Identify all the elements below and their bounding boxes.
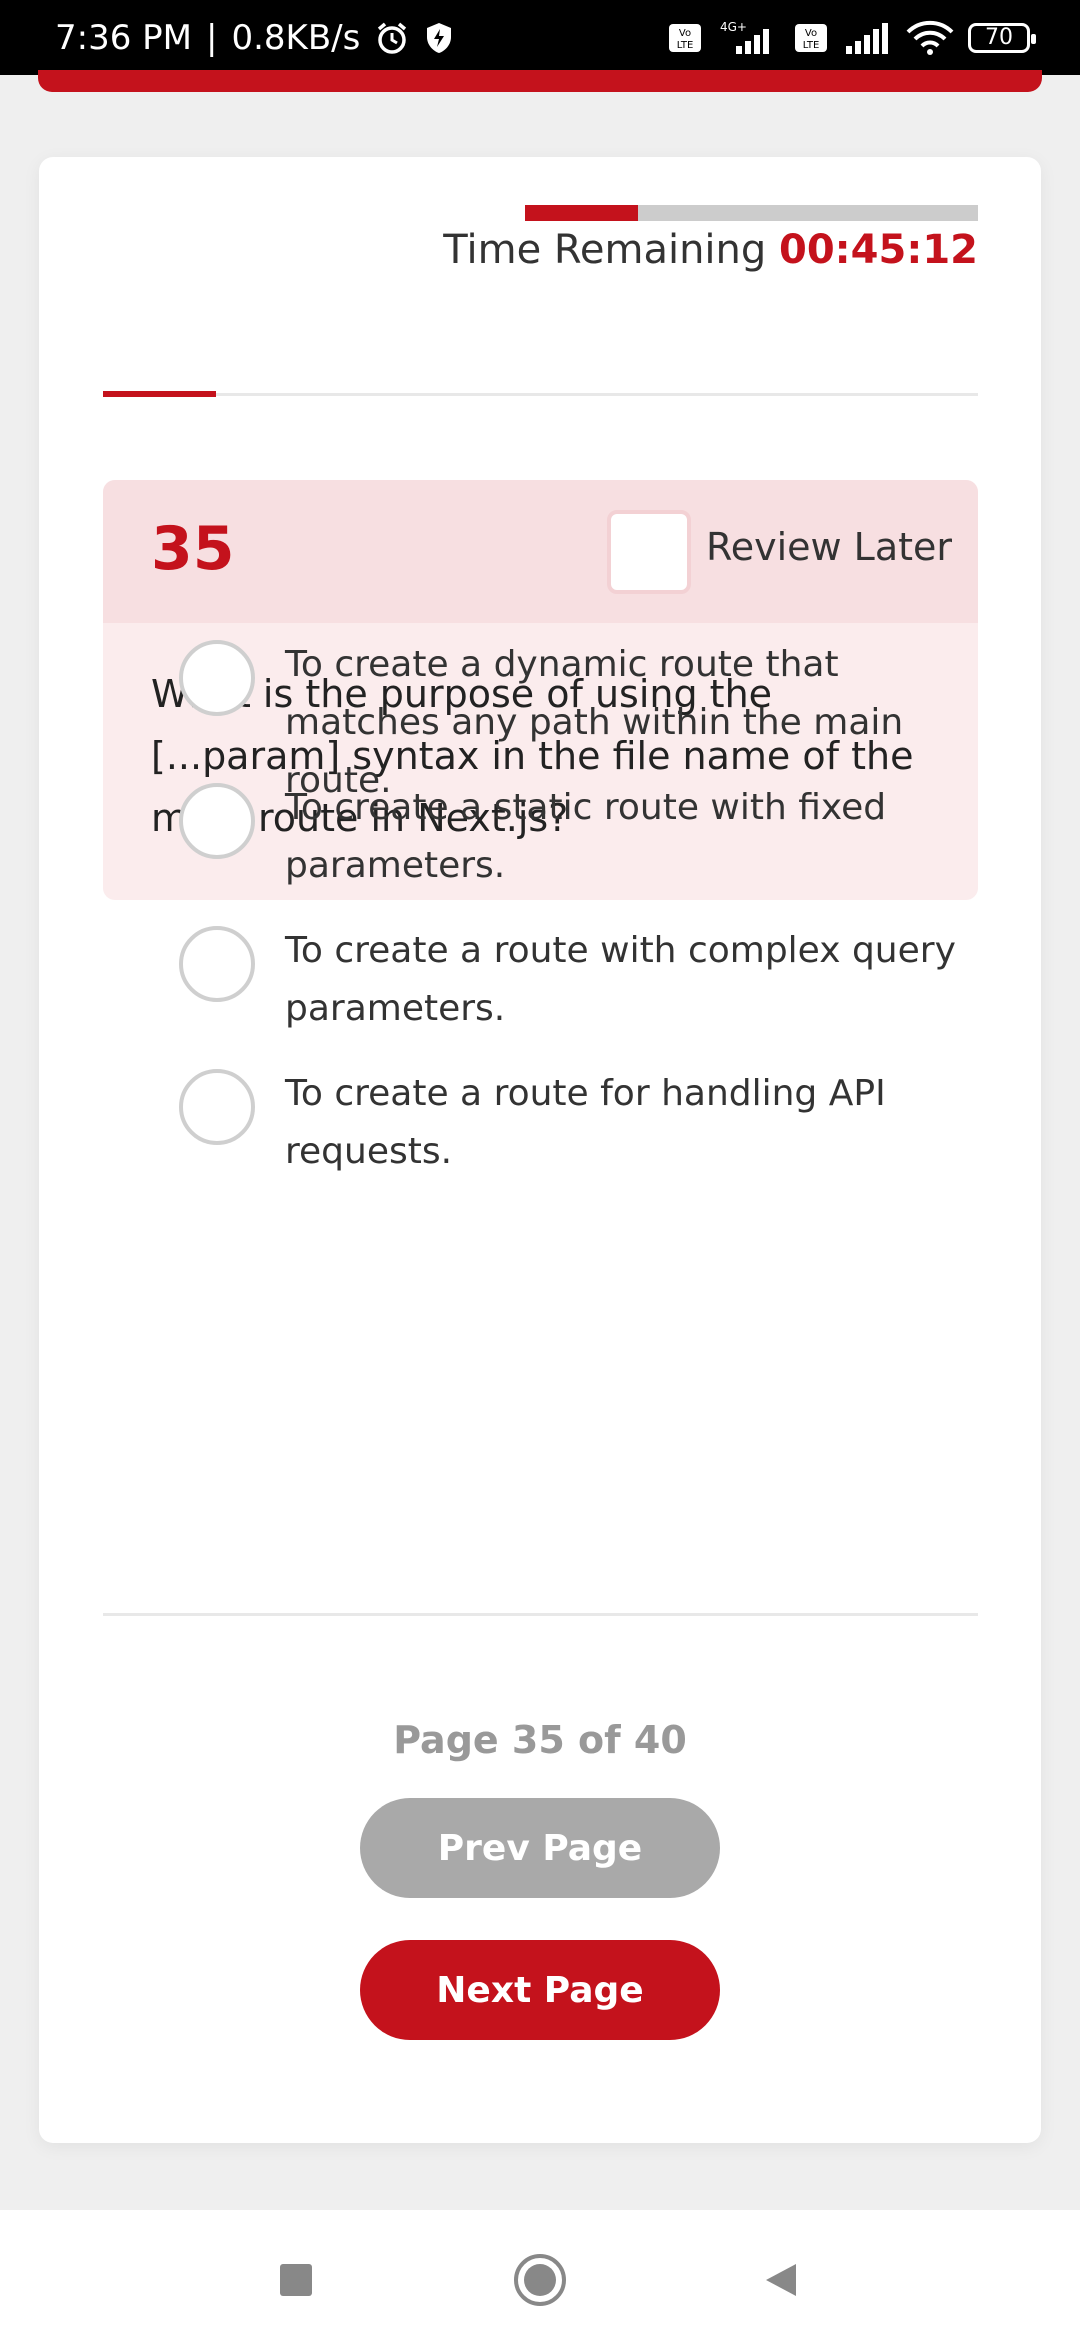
volte-icon-2: Vo LTE [794, 23, 828, 53]
quiz-card: Time Remaining 00:45:12 35 Review Later … [39, 157, 1041, 2143]
status-right: Vo LTE 4G+ Vo LTE 70 [668, 20, 1036, 56]
option-3[interactable]: To create a route with complex query par… [179, 926, 979, 1038]
option-text[interactable]: To create a route with complex query par… [285, 922, 975, 1038]
square-icon[interactable] [266, 2250, 326, 2310]
question-header: 35 Review Later [103, 480, 978, 623]
svg-text:LTE: LTE [677, 40, 694, 51]
status-left: 7:36 PM | 0.8KB/s [55, 18, 454, 58]
signal-icon: 4G+ [716, 20, 780, 56]
option-4[interactable]: To create a route for handling API reque… [179, 1069, 979, 1181]
timer: Time Remaining 00:45:12 [443, 227, 978, 273]
status-speed: 0.8KB/s [231, 17, 361, 58]
circle-icon[interactable] [510, 2250, 570, 2310]
option-2[interactable]: To create a static route with fixed para… [179, 783, 979, 895]
section-accent [103, 391, 216, 397]
status-bar: 7:36 PM | 0.8KB/s Vo LTE 4G+ Vo LTE 70 [0, 0, 1080, 75]
svg-text:LTE: LTE [803, 40, 820, 51]
page-indicator: Page 35 of 40 [393, 1718, 687, 1762]
triangle-back-icon[interactable] [752, 2250, 812, 2310]
option-text[interactable]: To create a static route with fixed para… [285, 779, 975, 895]
shield-icon [424, 21, 454, 55]
radio-button[interactable] [179, 783, 255, 859]
status-separator: | [206, 17, 218, 58]
option-text[interactable]: To create a route for handling API reque… [285, 1065, 975, 1181]
radio-button[interactable] [179, 926, 255, 1002]
timer-progress-bar [525, 205, 978, 221]
network-type: 4G+ [720, 20, 747, 34]
timer-value: 00:45:12 [779, 227, 978, 273]
footer-divider [103, 1613, 978, 1616]
svg-text:Vo: Vo [805, 28, 817, 39]
radio-button[interactable] [179, 640, 255, 716]
signal-icon-2 [842, 20, 892, 56]
alarm-icon [374, 20, 410, 56]
status-time: 7:36 PM [55, 17, 192, 58]
battery-icon: 70 [968, 22, 1036, 53]
timer-progress-fill [525, 205, 639, 221]
review-later-label[interactable]: Review Later [706, 525, 952, 569]
section-divider [103, 393, 978, 396]
navigation-bar [0, 2210, 1080, 2340]
timer-label: Time Remaining [443, 227, 767, 273]
header-strip [38, 70, 1042, 92]
volte-icon: Vo LTE [668, 23, 702, 53]
next-page-button[interactable]: Next Page [360, 1940, 720, 2040]
wifi-icon [906, 20, 954, 56]
battery-level: 70 [985, 25, 1013, 50]
radio-button[interactable] [179, 1069, 255, 1145]
review-later-checkbox[interactable] [607, 510, 691, 594]
prev-page-button[interactable]: Prev Page [360, 1798, 720, 1898]
question-number: 35 [151, 514, 235, 584]
svg-text:Vo: Vo [679, 28, 691, 39]
